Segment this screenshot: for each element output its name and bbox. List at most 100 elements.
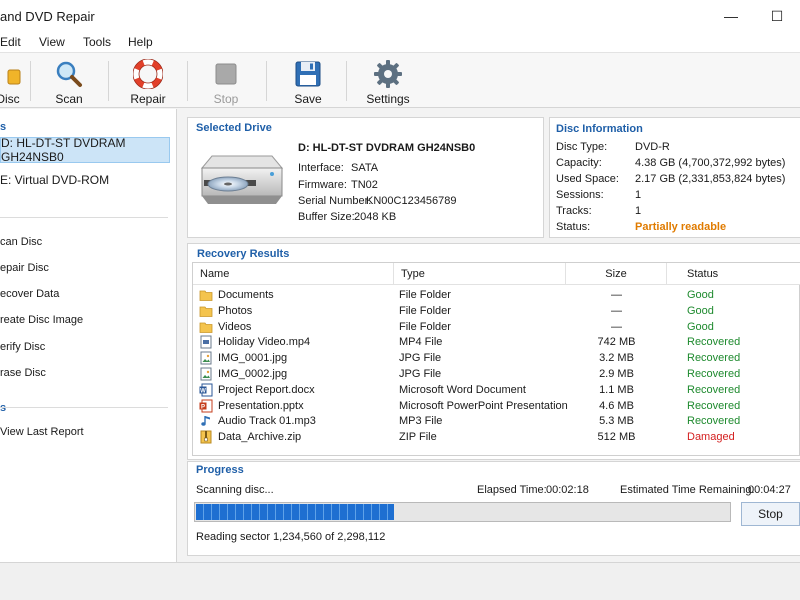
buffer-size-label: Buffer Size:: [298, 211, 355, 223]
cell-size: —: [611, 289, 622, 301]
gear-icon: [373, 59, 403, 89]
sidebar-drive-d[interactable]: D: HL-DT-ST DVDRAM GH24NSB0: [0, 136, 170, 164]
cell-status: Recovered: [687, 415, 741, 428]
stop-toolbar-button-label: Stop: [213, 92, 239, 106]
sessions-value: 1: [635, 189, 642, 201]
menu-edit[interactable]: Edit: [0, 35, 21, 49]
cell-type: File Folder: [399, 320, 451, 333]
sector-progress-text: Reading sector 1,234,560 of 2,298,112: [196, 531, 386, 543]
toolbar-separator: [187, 61, 188, 101]
cell-status: Recovered: [687, 352, 741, 365]
minimize-button[interactable]: —: [708, 0, 754, 32]
status-label: Status:: [556, 221, 591, 233]
cell-size: 742 MB: [597, 336, 636, 349]
cell-type: JPG File: [399, 368, 442, 380]
progress-bar-fill: [196, 504, 394, 520]
task-create-disc-image[interactable]: reate Disc Image: [0, 314, 83, 326]
menu-tools[interactable]: Tools: [83, 35, 111, 49]
stop-toolbar-button[interactable]: Stop: [206, 53, 246, 107]
cell-name: IMG_0001.jpg: [218, 352, 288, 365]
task-verify-disc[interactable]: erify Disc: [0, 341, 45, 353]
lifebuoy-icon: [133, 59, 163, 89]
progress-status-text: Scanning disc...: [196, 484, 274, 496]
recovery-results-title: Recovery Results: [197, 248, 290, 260]
cell-size: 4.6 MB: [599, 399, 634, 412]
settings-button-label: Settings: [366, 92, 410, 106]
cell-name: Audio Track 01.mp3: [218, 415, 316, 428]
column-header-name[interactable]: Name: [193, 263, 394, 285]
menu-help[interactable]: Help: [128, 35, 153, 49]
svg-text:W: W: [200, 388, 206, 394]
sidebar-drives-heading: s: [0, 121, 7, 133]
task-erase-disc[interactable]: rase Disc: [0, 367, 46, 379]
used-space-value: 2.17 GB (2,331,853,824 bytes): [635, 173, 786, 185]
table-row[interactable]: P Presentation.pptx Microsoft PowerPoint P…: [193, 398, 800, 414]
cell-type: Microsoft Word Document: [399, 383, 526, 396]
task-view-last-report[interactable]: View Last Report: [0, 426, 84, 438]
sidebar-drive-e[interactable]: E: Virtual DVD-ROM: [0, 167, 170, 193]
column-header-size[interactable]: Size: [566, 263, 667, 285]
title-bar: and DVD Repair — ☐: [0, 0, 800, 32]
task-scan-disc[interactable]: can Disc: [0, 236, 42, 248]
cell-name: Presentation.pptx: [218, 399, 304, 412]
cell-type: File Folder: [399, 289, 451, 301]
maximize-icon: ☐: [770, 7, 784, 24]
column-header-status[interactable]: Status: [667, 263, 800, 285]
menu-bar: Edit View Tools Help: [0, 32, 800, 52]
tracks-label: Tracks:: [556, 205, 592, 217]
disc-information-panel: Disc Information Disc Type: DVD-R Capaci…: [549, 117, 800, 238]
table-row[interactable]: IMG_0002.jpg JPG File 2.9 MB Recovered: [193, 366, 800, 382]
task-repair-disc[interactable]: epair Disc: [0, 262, 49, 274]
maximize-button[interactable]: ☐: [754, 0, 800, 32]
menu-view[interactable]: View: [39, 35, 65, 49]
table-row[interactable]: IMG_0001.jpg JPG File 3.2 MB Recovered: [193, 350, 800, 366]
tracks-value: 1: [635, 205, 642, 217]
sidebar-reports-heading: s: [0, 402, 7, 414]
drive-label: D: HL-DT-ST DVDRAM GH24NSB0: [1, 136, 126, 164]
used-space-label: Used Space:: [556, 173, 619, 185]
scan-button[interactable]: Scan: [49, 53, 89, 107]
table-row[interactable]: W Project Report.docx Microsoft Word Docum…: [193, 382, 800, 398]
cell-type: ZIP File: [399, 431, 437, 444]
buffer-size-value: 2048 KB: [354, 211, 397, 223]
selected-drive-title: Selected Drive: [196, 122, 272, 134]
firmware-label: Firmware:: [298, 179, 347, 191]
table-row[interactable]: Holiday Video.mp4 MP4 File 742 MB Recovered: [193, 334, 800, 350]
repair-button[interactable]: Repair: [126, 53, 170, 107]
table-row[interactable]: Documents File Folder — Good: [193, 287, 800, 303]
table-row[interactable]: Photos File Folder — Good: [193, 303, 800, 319]
word-file-icon: W: [199, 383, 213, 397]
serial-number-label: Serial Number:: [298, 195, 372, 207]
disc-button-label: Disc: [0, 92, 20, 106]
powerpoint-file-icon: P: [199, 399, 213, 413]
cell-size: —: [611, 320, 622, 333]
repair-button-label: Repair: [130, 92, 166, 106]
firmware-value: TN02: [351, 179, 378, 191]
stop-button[interactable]: Stop: [741, 502, 800, 526]
toolbar-separator: [346, 61, 347, 101]
sessions-label: Sessions:: [556, 189, 604, 201]
status-bar: [0, 562, 800, 600]
cell-type: Microsoft PowerPoint Presentation: [399, 399, 568, 412]
remaining-time-label: Estimated Time Remaining:: [620, 484, 755, 496]
sidebar-divider: [0, 407, 168, 408]
cell-size: 3.2 MB: [599, 352, 634, 365]
settings-button[interactable]: Settings: [362, 53, 414, 107]
column-header-type[interactable]: Type: [394, 263, 566, 285]
remaining-time-value: 00:04:27: [748, 484, 791, 496]
selected-drive-panel: Selected Drive D: HL-DT-ST DVDRAM GH24NS…: [187, 117, 544, 238]
cell-name: Data_Archive.zip: [218, 431, 302, 444]
disc-information-title: Disc Information: [556, 123, 643, 135]
cell-type: File Folder: [399, 304, 451, 317]
table-row[interactable]: Videos File Folder — Good: [193, 319, 800, 335]
interface-value: SATA: [351, 162, 379, 174]
drive-name: D: HL-DT-ST DVDRAM GH24NSB0: [298, 142, 476, 154]
task-recover-data[interactable]: ecover Data: [0, 288, 59, 300]
table-row[interactable]: Data_Archive.zip ZIP File 512 MB Damaged: [193, 429, 800, 445]
table-row[interactable]: Audio Track 01.mp3 MP3 File 5.3 MB Recovere…: [193, 413, 800, 429]
svg-text:P: P: [201, 404, 205, 410]
disc-button[interactable]: Disc: [0, 53, 28, 107]
save-button[interactable]: Save: [288, 53, 328, 107]
cell-name: Documents: [218, 289, 274, 301]
cell-size: —: [611, 304, 622, 317]
